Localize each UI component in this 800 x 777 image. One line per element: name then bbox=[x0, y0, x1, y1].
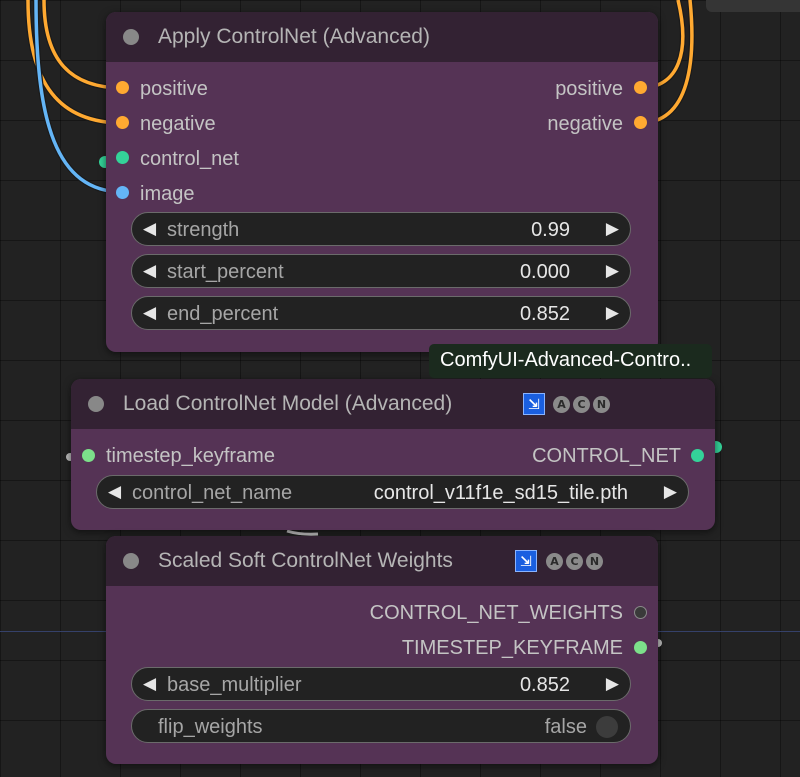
widget-value[interactable]: 0.000 bbox=[520, 261, 570, 284]
node-scaled-soft-controlnet-weights[interactable]: Scaled Soft ControlNet Weights ⇲ A C N C… bbox=[106, 536, 658, 764]
toggle-value: false bbox=[544, 716, 587, 738]
badge-a: A bbox=[546, 553, 563, 570]
node-load-controlnet-model[interactable]: Load ControlNet Model (Advanced) ⇲ A C N… bbox=[71, 379, 715, 530]
widget-label: start_percent bbox=[167, 261, 284, 283]
output-label-control-net: CONTROL_NET bbox=[532, 445, 681, 467]
puzzle-icon: ⇲ bbox=[523, 393, 545, 415]
node-apply-controlnet[interactable]: Apply ControlNet (Advanced) positive neg… bbox=[106, 12, 658, 352]
widget-control-net-name[interactable]: ◀ control_net_name control_v11f1e_sd15_t… bbox=[96, 475, 689, 509]
output-slot-negative[interactable] bbox=[634, 116, 647, 129]
output-slot-timestep-keyframe[interactable] bbox=[634, 641, 647, 654]
collapse-dot-icon[interactable] bbox=[123, 29, 139, 45]
decrement-arrow-icon[interactable]: ◀ bbox=[108, 482, 121, 502]
node-title-bar[interactable]: Apply ControlNet (Advanced) bbox=[106, 12, 658, 62]
node-title: Apply ControlNet (Advanced) bbox=[158, 25, 430, 48]
input-label-timestep-keyframe: timestep_keyframe bbox=[106, 445, 275, 467]
output-label-positive: positive bbox=[555, 78, 623, 100]
input-slot-positive[interactable] bbox=[116, 81, 129, 94]
toggle-label: flip_weights bbox=[158, 716, 263, 738]
input-label-negative: negative bbox=[140, 113, 216, 135]
increment-arrow-icon[interactable]: ▶ bbox=[664, 482, 677, 502]
badge-n: N bbox=[586, 553, 603, 570]
increment-arrow-icon[interactable]: ▶ bbox=[606, 674, 619, 694]
puzzle-icon: ⇲ bbox=[515, 550, 537, 572]
output-slot-control-net-weights[interactable] bbox=[634, 606, 647, 619]
tooltip: ComfyUI-Advanced-Contro.. bbox=[429, 344, 712, 378]
output-slot-control-net[interactable] bbox=[691, 449, 704, 462]
widget-label: end_percent bbox=[167, 303, 279, 325]
node-title: Load ControlNet Model (Advanced) bbox=[123, 392, 453, 415]
input-label-positive: positive bbox=[140, 78, 208, 100]
badge-n: N bbox=[593, 396, 610, 413]
widget-value[interactable]: 0.852 bbox=[520, 303, 570, 326]
increment-arrow-icon[interactable]: ▶ bbox=[606, 303, 619, 323]
widget-value[interactable]: 0.852 bbox=[520, 674, 570, 697]
increment-arrow-icon[interactable]: ▶ bbox=[606, 219, 619, 239]
output-label-timestep-keyframe: TIMESTEP_KEYFRAME bbox=[401, 637, 623, 659]
widget-value[interactable]: 0.99 bbox=[531, 219, 570, 242]
increment-arrow-icon[interactable]: ▶ bbox=[606, 261, 619, 281]
collapse-dot-icon[interactable] bbox=[88, 396, 104, 412]
collapse-dot-icon[interactable] bbox=[123, 553, 139, 569]
badge-c: C bbox=[566, 553, 583, 570]
input-slot-timestep-keyframe[interactable] bbox=[82, 449, 95, 462]
toggle-flip-weights[interactable]: flip_weights false bbox=[131, 709, 631, 743]
decrement-arrow-icon[interactable]: ◀ bbox=[143, 674, 156, 694]
toggle-knob-icon[interactable] bbox=[596, 716, 618, 738]
widget-label: control_net_name bbox=[132, 482, 293, 504]
decrement-arrow-icon[interactable]: ◀ bbox=[143, 261, 156, 281]
node-title-bar[interactable]: Scaled Soft ControlNet Weights ⇲ A C N bbox=[106, 536, 658, 586]
input-slot-control-net[interactable] bbox=[116, 151, 129, 164]
output-label-control-net-weights: CONTROL_NET_WEIGHTS bbox=[369, 602, 623, 624]
widget-label: strength bbox=[167, 219, 240, 241]
node-title: Scaled Soft ControlNet Weights bbox=[158, 549, 453, 572]
decrement-arrow-icon[interactable]: ◀ bbox=[143, 219, 156, 239]
widget-label: base_multiplier bbox=[167, 674, 302, 696]
output-label-negative: negative bbox=[547, 113, 623, 135]
widget-base-multiplier[interactable]: ◀ base_multiplier 0.852 ▶ bbox=[131, 667, 631, 701]
widget-end-percent[interactable]: ◀ end_percent 0.852 ▶ bbox=[131, 296, 631, 330]
widget-strength[interactable]: ◀ strength 0.99 ▶ bbox=[131, 212, 631, 246]
input-slot-image[interactable] bbox=[116, 186, 129, 199]
input-label-control-net: control_net bbox=[140, 148, 239, 170]
badge-c: C bbox=[573, 396, 590, 413]
widget-start-percent[interactable]: ◀ start_percent 0.000 ▶ bbox=[131, 254, 631, 288]
node-title-bar[interactable]: Load ControlNet Model (Advanced) ⇲ A C N bbox=[71, 379, 715, 429]
input-slot-negative[interactable] bbox=[116, 116, 129, 129]
badge-a: A bbox=[553, 396, 570, 413]
decrement-arrow-icon[interactable]: ◀ bbox=[143, 303, 156, 323]
input-label-image: image bbox=[140, 183, 195, 205]
widget-value[interactable]: control_v11f1e_sd15_tile.pth bbox=[374, 482, 628, 505]
output-slot-positive[interactable] bbox=[634, 81, 647, 94]
